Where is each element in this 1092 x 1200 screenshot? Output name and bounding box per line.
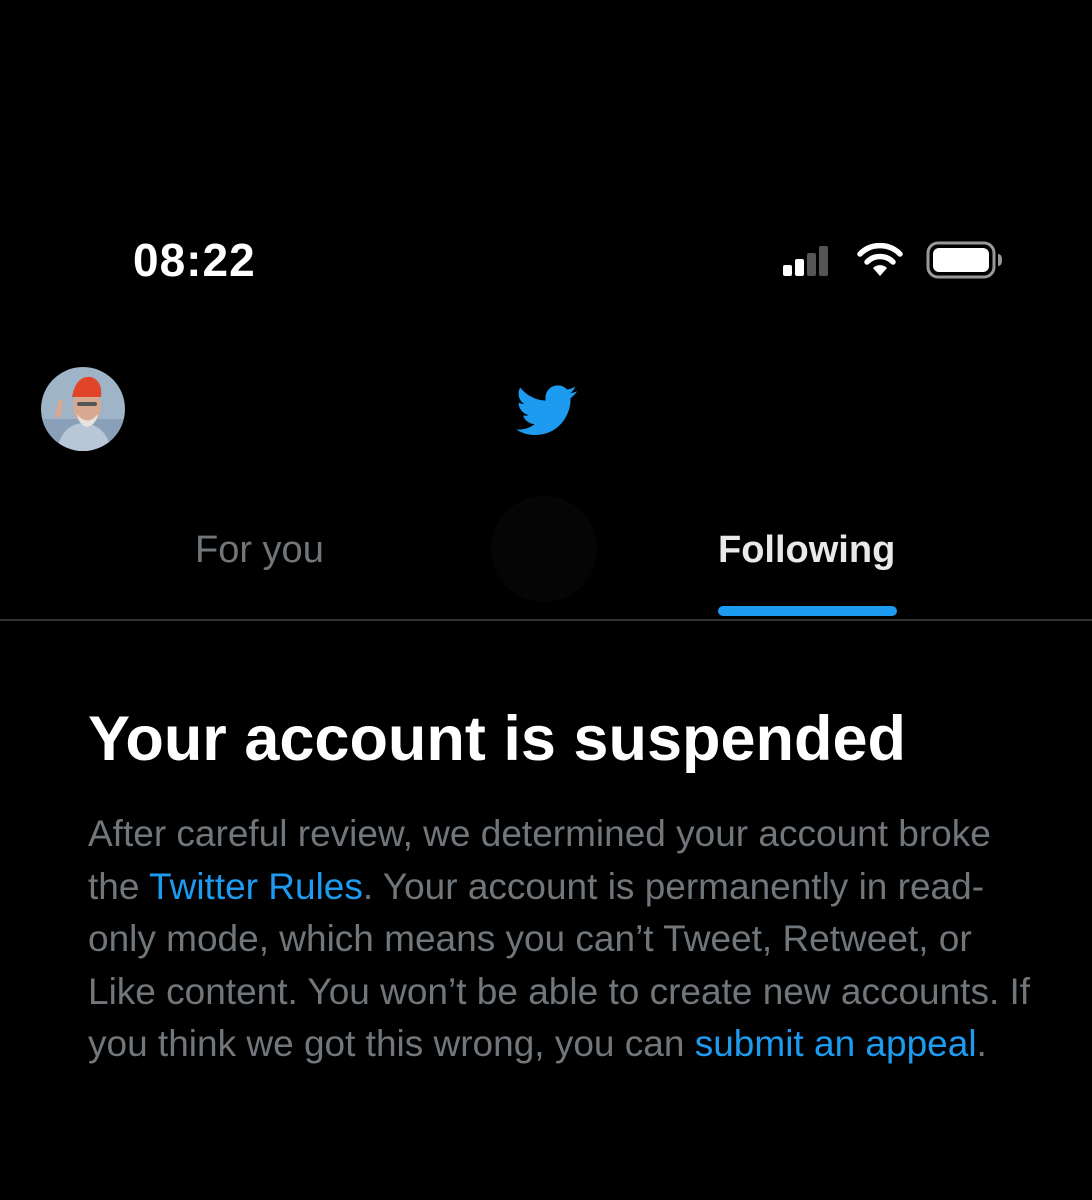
twitter-rules-link[interactable]: Twitter Rules (149, 866, 363, 907)
battery-icon (926, 241, 1002, 279)
active-tab-indicator (718, 606, 897, 616)
submit-appeal-link[interactable]: submit an appeal (695, 1023, 977, 1064)
suspension-title: Your account is suspended (88, 704, 906, 774)
suspension-message: After careful review, we determined your… (88, 808, 1048, 1071)
cellular-signal-icon (783, 246, 828, 276)
timeline-tabs: For you Following (0, 500, 1092, 621)
wifi-icon (857, 243, 903, 276)
avatar-image (41, 367, 125, 451)
tabs-divider (0, 619, 1092, 621)
avatar[interactable] (41, 367, 125, 451)
tab-for-you[interactable]: For you (195, 526, 324, 586)
twitter-bird-icon[interactable] (516, 385, 578, 437)
message-text: . (976, 1023, 987, 1064)
status-icons (780, 240, 1005, 280)
tab-following[interactable]: Following (718, 526, 895, 586)
status-time: 08:22 (133, 234, 256, 286)
